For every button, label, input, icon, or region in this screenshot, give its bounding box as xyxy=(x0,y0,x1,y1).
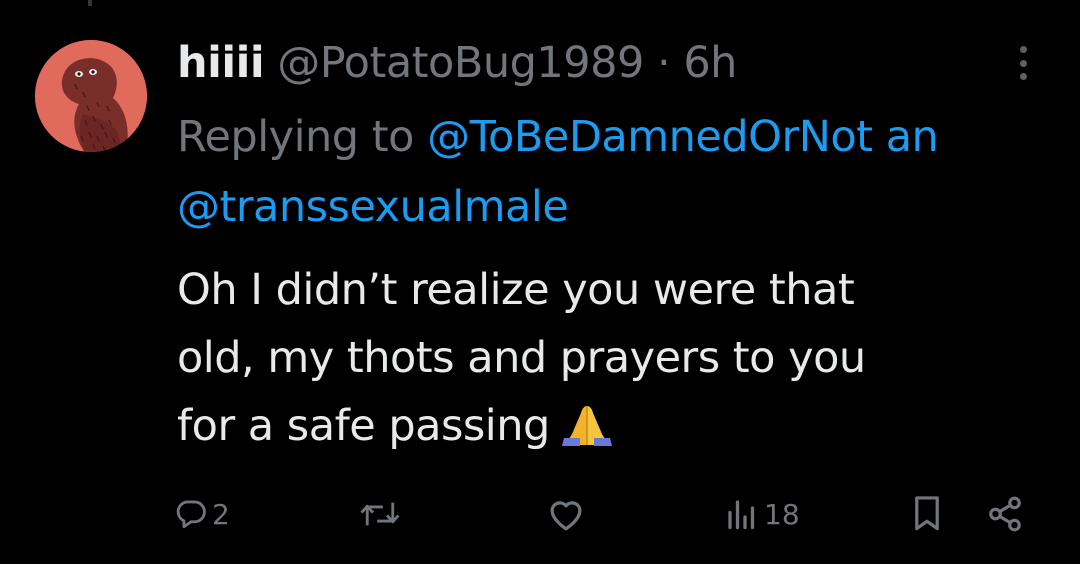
tweet-actions-bar: 2 18 xyxy=(0,486,1080,542)
avatar[interactable] xyxy=(35,40,147,152)
mention-link[interactable]: @ToBeDamnedOrNot xyxy=(427,112,873,162)
share-icon xyxy=(989,496,1021,532)
views-button[interactable]: 18 xyxy=(724,486,800,542)
author-display-name[interactable]: hiiii xyxy=(177,38,265,88)
retweet-button[interactable] xyxy=(358,486,406,542)
heart-icon xyxy=(550,501,582,531)
tweet-timestamp[interactable]: 6h xyxy=(683,38,737,88)
replying-to-line: Replying to @ToBeDamnedOrNot an xyxy=(177,108,939,166)
reply-button[interactable]: 2 xyxy=(174,486,230,542)
views-icon xyxy=(728,500,755,530)
reply-count: 2 xyxy=(212,497,230,531)
mention-joiner: an xyxy=(885,112,939,162)
like-button[interactable] xyxy=(546,486,590,542)
more-options-icon[interactable] xyxy=(1008,42,1038,84)
mention-link[interactable]: @transsexualmale xyxy=(177,182,569,232)
tweet-header: hiiii @PotatoBug1989 · 6h xyxy=(177,34,737,92)
bookmark-button[interactable] xyxy=(912,486,942,542)
tweet-text-line: for a safe passing xyxy=(177,401,550,451)
views-count: 18 xyxy=(764,497,800,531)
folded-hands-icon xyxy=(561,406,612,446)
reply-icon xyxy=(176,500,206,529)
bookmark-icon xyxy=(915,496,939,531)
header-separator: · xyxy=(656,38,671,88)
author-handle[interactable]: @PotatoBug1989 xyxy=(277,38,644,88)
retweet-icon xyxy=(360,502,400,526)
replying-to-prefix: Replying to xyxy=(177,112,414,162)
tweet-text-line-last: for a safe passing xyxy=(177,392,1037,460)
tweet-text-line: old, my thots and prayers to you xyxy=(177,333,866,383)
replying-to-line-2: @transsexualmale xyxy=(177,178,569,236)
thread-connector-line xyxy=(88,0,92,6)
share-button[interactable] xyxy=(986,486,1024,542)
tweet-text-line: Oh I didn’t realize you were that xyxy=(177,265,855,315)
capybara-illustration-icon xyxy=(35,40,147,152)
tweet-text: Oh I didn’t realize you were that old, m… xyxy=(177,256,1037,460)
